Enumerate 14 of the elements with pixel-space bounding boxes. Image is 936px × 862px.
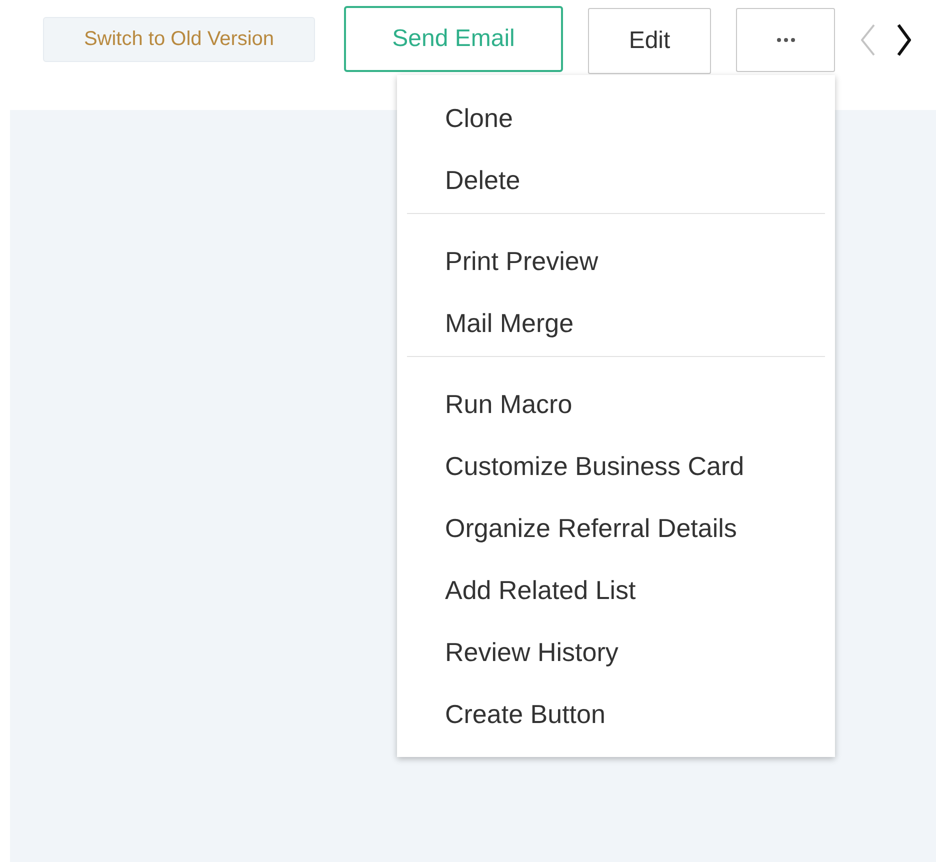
menu-item[interactable]: Create Button [397, 683, 835, 745]
menu-item[interactable]: Print Preview [397, 230, 835, 292]
more-button[interactable] [736, 8, 835, 72]
more-icon [776, 38, 794, 42]
menu-item[interactable]: Run Macro [397, 373, 835, 435]
menu-item[interactable]: Clone [397, 87, 835, 149]
next-icon[interactable] [897, 24, 911, 56]
menu-item[interactable]: Organize Referral Details [397, 497, 835, 559]
menu-item[interactable]: Delete [397, 149, 835, 211]
menu-item[interactable]: Review History [397, 621, 835, 683]
edit-button[interactable]: Edit [588, 8, 711, 74]
menu-item[interactable]: Mail Merge [397, 292, 835, 354]
menu-item[interactable]: Customize Business Card [397, 435, 835, 497]
menu-item[interactable]: Add Related List [397, 559, 835, 621]
